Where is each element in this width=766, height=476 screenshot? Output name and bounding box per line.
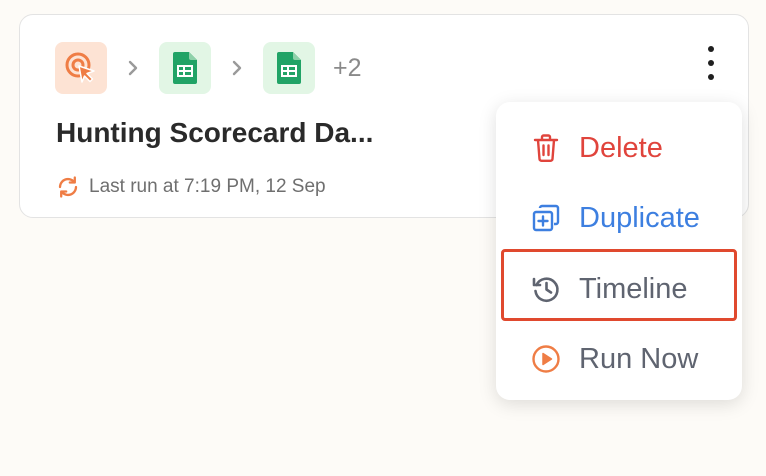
extra-steps-count: +2 <box>333 53 362 82</box>
timeline-menu-item[interactable]: Timeline <box>496 254 742 324</box>
play-circle-icon <box>530 343 562 375</box>
kebab-dot <box>708 74 714 80</box>
options-menu: Delete Duplicate Timeline Run Now <box>496 102 742 400</box>
google-sheets-app-tile <box>263 42 315 94</box>
google-sheets-icon <box>173 52 197 84</box>
more-options-button[interactable] <box>700 46 722 80</box>
kebab-dot <box>708 60 714 66</box>
delete-menu-item[interactable]: Delete <box>496 113 742 183</box>
kebab-dot <box>708 46 714 52</box>
cursor-click-icon <box>65 52 95 83</box>
chevron-right-icon <box>107 58 159 78</box>
last-run-text: Last run at 7:19 PM, 12 Sep <box>89 176 326 197</box>
workflow-steps: +2 <box>55 42 362 94</box>
run-now-menu-item[interactable]: Run Now <box>496 324 742 394</box>
last-run-status: Last run at 7:19 PM, 12 Sep <box>56 175 326 199</box>
trash-icon <box>530 132 562 164</box>
workflow-title: Hunting Scorecard Da... <box>56 117 374 148</box>
trigger-app-tile <box>55 42 107 94</box>
refresh-icon <box>58 176 78 198</box>
delete-label: Delete <box>579 131 663 164</box>
duplicate-label: Duplicate <box>579 201 700 234</box>
duplicate-menu-item[interactable]: Duplicate <box>496 183 742 253</box>
timeline-label: Timeline <box>579 272 688 305</box>
chevron-right-icon <box>211 58 263 78</box>
google-sheets-app-tile <box>159 42 211 94</box>
duplicate-icon <box>530 202 562 234</box>
run-now-label: Run Now <box>579 342 699 375</box>
history-icon <box>530 273 562 305</box>
google-sheets-icon <box>277 52 301 84</box>
